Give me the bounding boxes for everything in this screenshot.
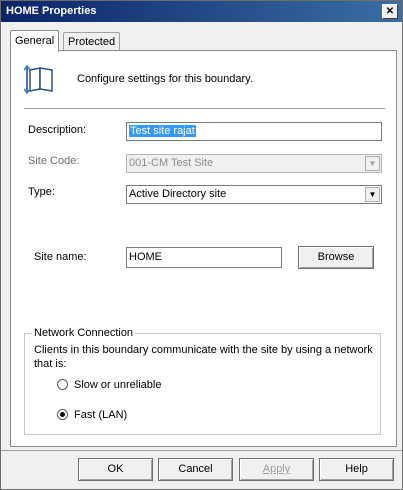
tab-protected[interactable]: Protected bbox=[63, 32, 121, 51]
network-description-line1: Clients in this boundary communicate wit… bbox=[34, 344, 373, 356]
browse-button-label: Browse bbox=[317, 251, 355, 263]
slow-radio-label[interactable]: Slow or unreliable bbox=[74, 379, 161, 391]
apply-button-label: Apply bbox=[262, 463, 291, 475]
type-label: Type: bbox=[28, 186, 55, 198]
ok-button-label: OK bbox=[107, 463, 124, 475]
fast-lan-radio-label[interactable]: Fast (LAN) bbox=[74, 409, 127, 421]
fast-lan-radio[interactable] bbox=[57, 409, 68, 420]
help-button-label: Help bbox=[345, 463, 368, 475]
header-divider bbox=[24, 108, 385, 110]
apply-button: Apply bbox=[239, 458, 314, 481]
network-description-line2: that is: bbox=[34, 358, 67, 370]
tab-general[interactable]: General bbox=[10, 30, 60, 52]
title-bar[interactable]: HOME Properties ✕ bbox=[1, 1, 402, 22]
help-button[interactable]: Help bbox=[319, 458, 394, 481]
description-field[interactable]: Test site rajat bbox=[126, 122, 382, 141]
close-icon: ✕ bbox=[385, 6, 395, 17]
site-code-label: Site Code: bbox=[28, 155, 80, 167]
radio-selected-dot bbox=[60, 412, 65, 417]
cancel-button[interactable]: Cancel bbox=[158, 458, 233, 481]
button-bar-divider bbox=[1, 450, 402, 451]
site-code-dropdown: 001-CM Test Site ▼ bbox=[126, 154, 382, 173]
slow-radio[interactable] bbox=[57, 379, 68, 390]
network-connection-title: Network Connection bbox=[32, 327, 136, 339]
chevron-down-icon: ▼ bbox=[365, 156, 380, 171]
header-description: Configure settings for this boundary. bbox=[77, 73, 253, 85]
tab-protected-label: Protected bbox=[68, 36, 116, 48]
cancel-button-label: Cancel bbox=[178, 463, 213, 475]
description-value: Test site rajat bbox=[129, 125, 196, 137]
properties-window: HOME Properties ✕ General Protected Conf… bbox=[0, 0, 403, 490]
site-name-field[interactable]: HOME bbox=[126, 247, 282, 268]
type-value: Active Directory site bbox=[129, 188, 227, 200]
type-dropdown[interactable]: Active Directory site ▼ bbox=[126, 185, 382, 204]
site-name-label: Site name: bbox=[34, 251, 87, 263]
window-title: HOME Properties bbox=[6, 5, 97, 17]
book-boundary-icon bbox=[24, 64, 53, 94]
tab-general-label: General bbox=[15, 35, 55, 47]
description-label: Description: bbox=[28, 124, 87, 136]
close-button[interactable]: ✕ bbox=[382, 4, 398, 19]
site-name-value: HOME bbox=[129, 251, 162, 263]
browse-button[interactable]: Browse bbox=[298, 246, 374, 269]
site-code-value: 001-CM Test Site bbox=[129, 157, 214, 169]
chevron-down-icon[interactable]: ▼ bbox=[365, 187, 380, 202]
ok-button[interactable]: OK bbox=[78, 458, 153, 481]
